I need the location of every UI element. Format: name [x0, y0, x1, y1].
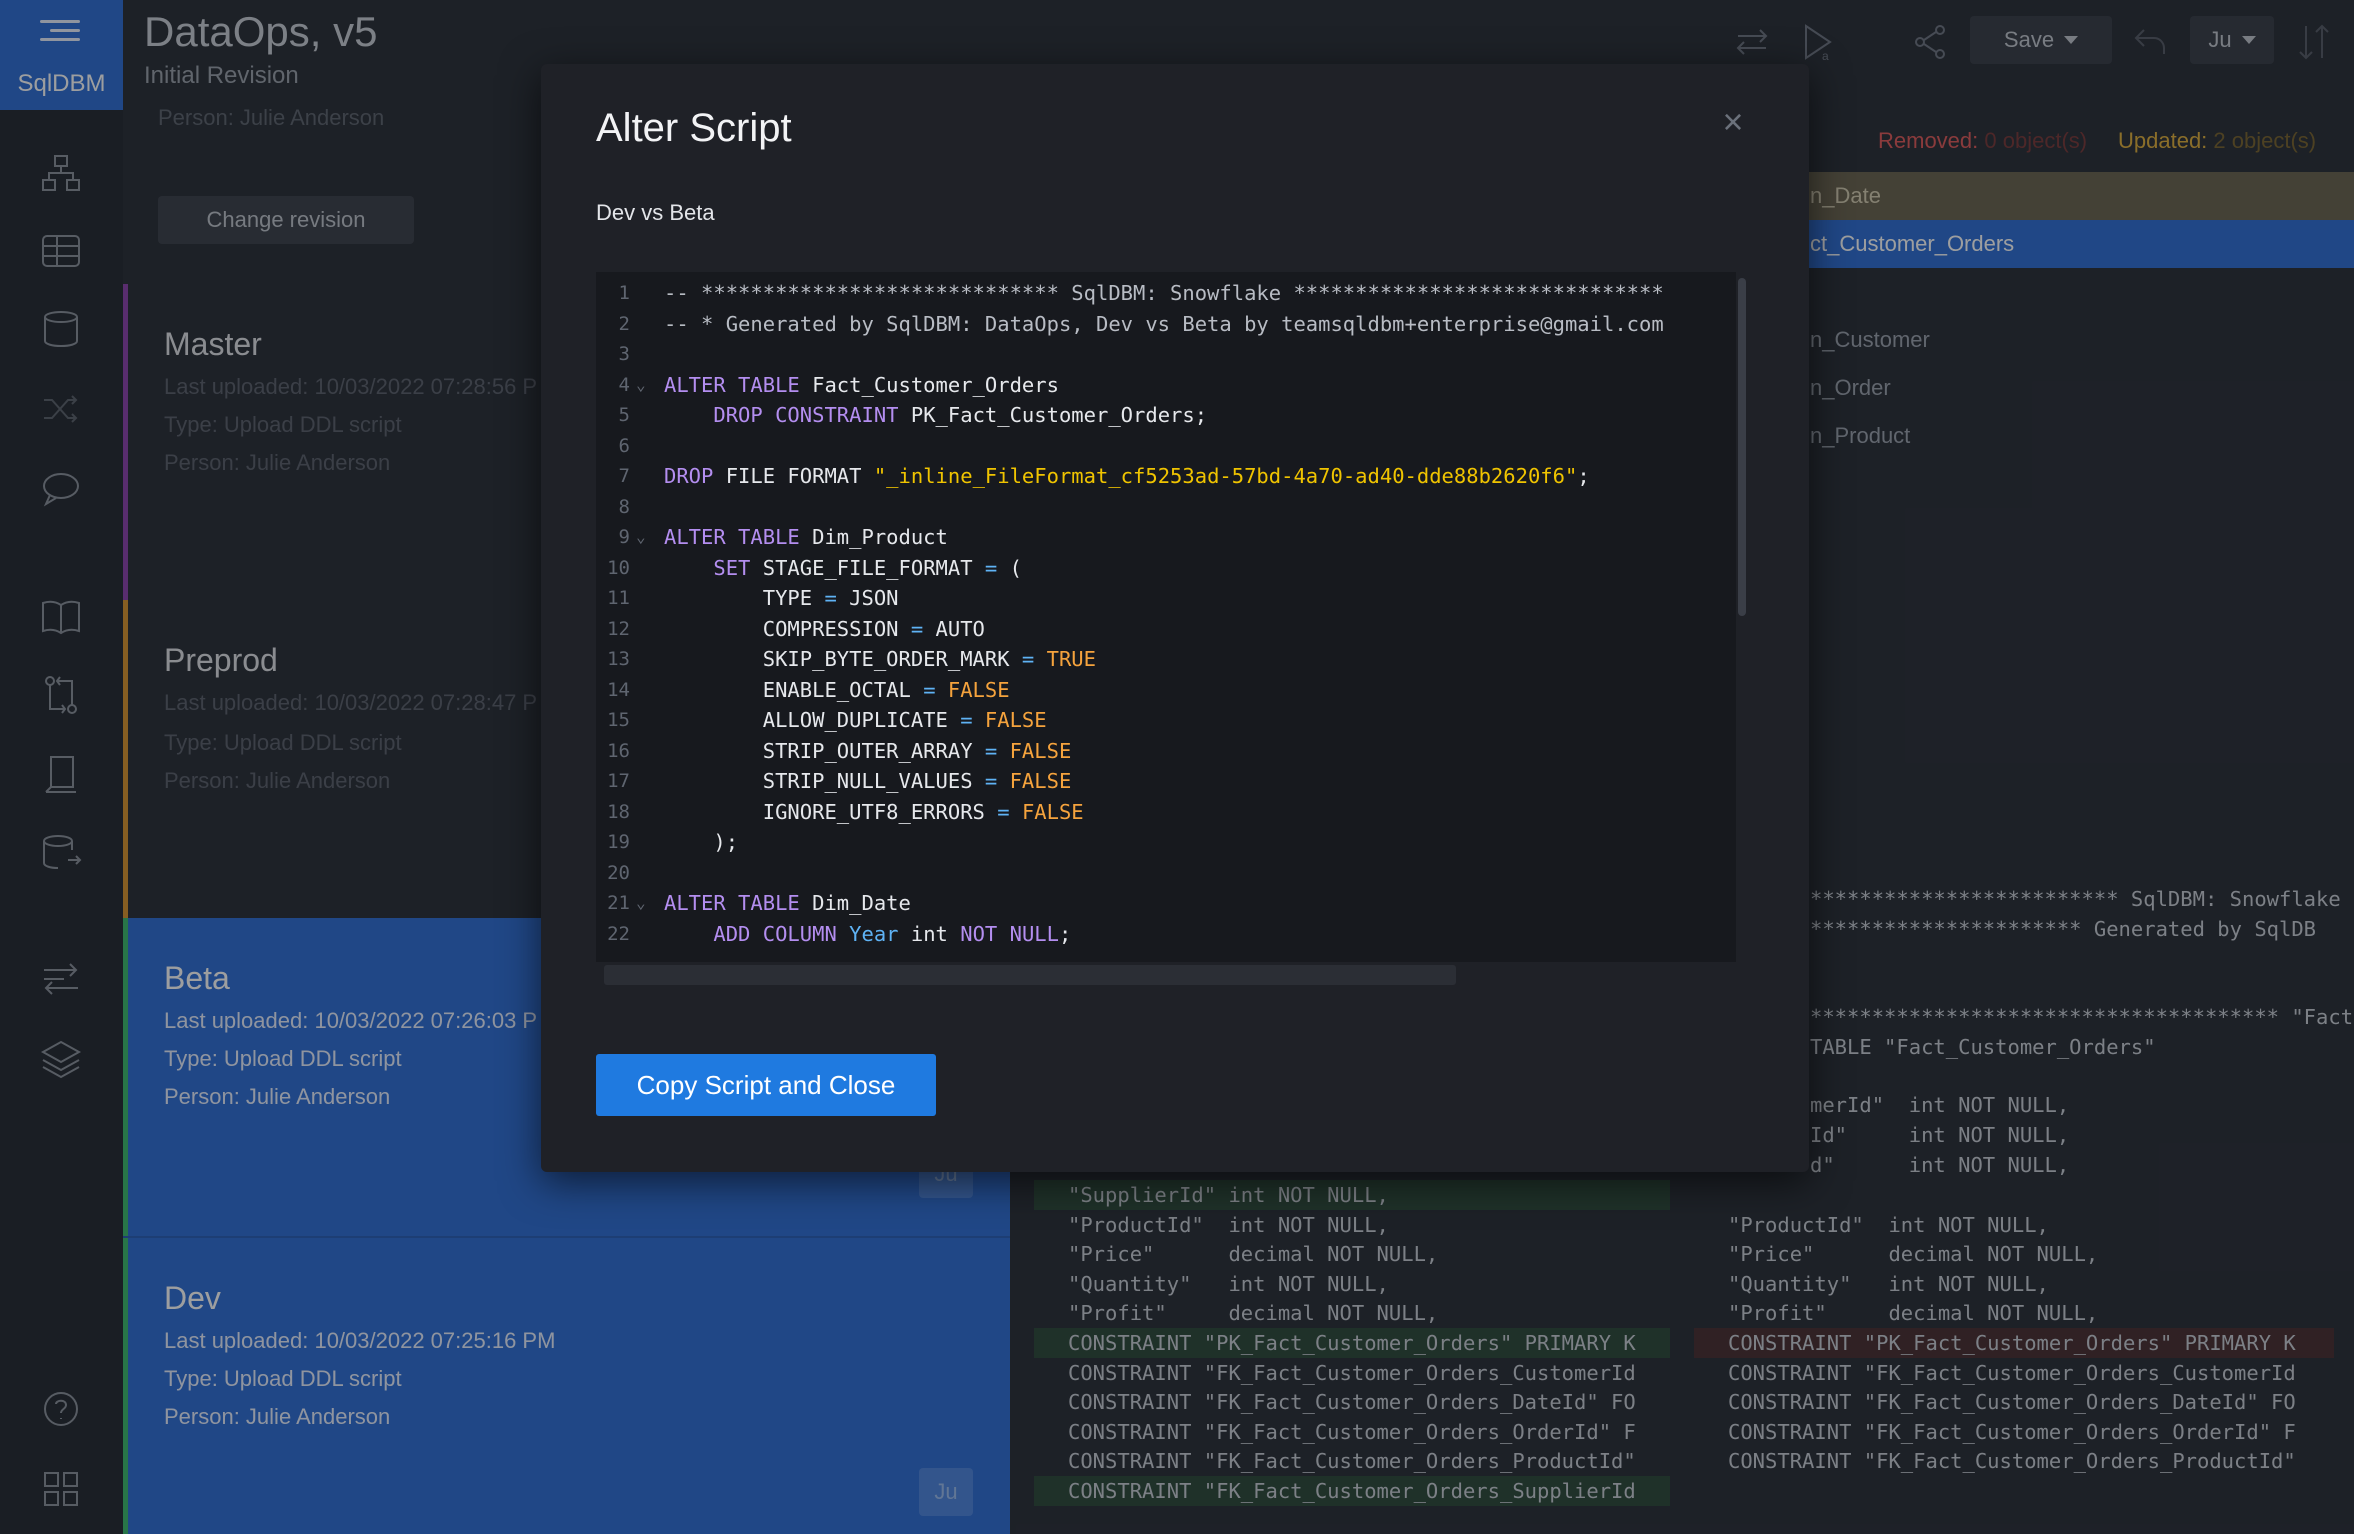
line-number: 15	[607, 709, 630, 731]
line-number: 2	[618, 312, 630, 335]
editor-vertical-scrollbar[interactable]	[1738, 278, 1746, 616]
code-line: TYPE = JSON	[664, 586, 899, 610]
fold-chevron-icon[interactable]: ⌄	[636, 522, 646, 553]
line-number: 4	[618, 373, 630, 396]
code-line: ALTER TABLE Dim_Product	[664, 525, 948, 549]
line-number: 19	[607, 831, 630, 853]
line-number: 17	[607, 770, 630, 792]
line-number: 5	[618, 404, 630, 426]
code-line: ENABLE_OCTAL = FALSE	[664, 677, 1010, 702]
line-number: 6	[618, 434, 630, 457]
copy-script-and-close-button[interactable]: Copy Script and Close	[596, 1054, 936, 1116]
code-line: ALTER TABLE Fact_Customer_Orders	[664, 372, 1059, 397]
editor-horizontal-scrollbar[interactable]	[604, 965, 1456, 985]
fold-chevron-icon[interactable]: ⌄	[636, 370, 646, 401]
line-number: 9	[618, 526, 630, 548]
line-number: 3	[618, 343, 630, 365]
dialog-title: Alter Script	[596, 106, 792, 150]
code-line: -- ***************************** SqlDBM:…	[664, 281, 1664, 305]
code-line: -- * Generated by SqlDBM: DataOps, Dev v…	[664, 311, 1664, 336]
code-line: DROP CONSTRAINT PK_Fact_Customer_Orders;	[713, 403, 1208, 427]
close-icon[interactable]: ×	[1715, 104, 1751, 140]
code-line: STRIP_NULL_VALUES = FALSE	[664, 769, 1072, 793]
code-line: ALTER TABLE Dim_Date	[664, 891, 911, 915]
fold-chevron-icon[interactable]: ⌄	[636, 888, 646, 919]
dialog-subtitle: Dev vs Beta	[596, 200, 715, 225]
code-line: ADD COLUMN Year int NOT NULL;	[713, 921, 1072, 946]
line-number: 21	[607, 892, 630, 914]
code-line: DROP FILE FORMAT "_inline_FileFormat_cf5…	[664, 464, 1590, 488]
alter-script-dialog: Alter Script × Dev vs Beta 1 -- *********…	[541, 64, 1809, 1172]
script-editor[interactable]: 1 -- ***************************** SqlDBM…	[596, 272, 1736, 962]
line-number: 7	[618, 465, 630, 487]
line-number: 16	[607, 739, 630, 762]
line-number: 20	[607, 861, 630, 884]
line-number: 18	[607, 800, 630, 823]
line-number: 22	[607, 922, 630, 945]
code-line: SET STAGE_FILE_FORMAT = (	[713, 555, 1022, 580]
code-line: SKIP_BYTE_ORDER_MARK = TRUE	[664, 647, 1096, 671]
line-number: 12	[607, 617, 630, 640]
line-number: 13	[607, 648, 630, 670]
code-line: COMPRESSION = AUTO	[664, 616, 985, 641]
line-number: 10	[607, 556, 630, 579]
line-number: 1	[618, 282, 630, 304]
code-line: STRIP_OUTER_ARRAY = FALSE	[664, 738, 1072, 763]
code-line: ALLOW_DUPLICATE = FALSE	[664, 708, 1047, 732]
line-number: 14	[607, 678, 630, 701]
code-line: );	[664, 830, 739, 854]
line-number: 8	[618, 495, 630, 518]
line-number: 11	[607, 587, 630, 609]
code-line: IGNORE_UTF8_ERRORS = FALSE	[664, 799, 1084, 824]
